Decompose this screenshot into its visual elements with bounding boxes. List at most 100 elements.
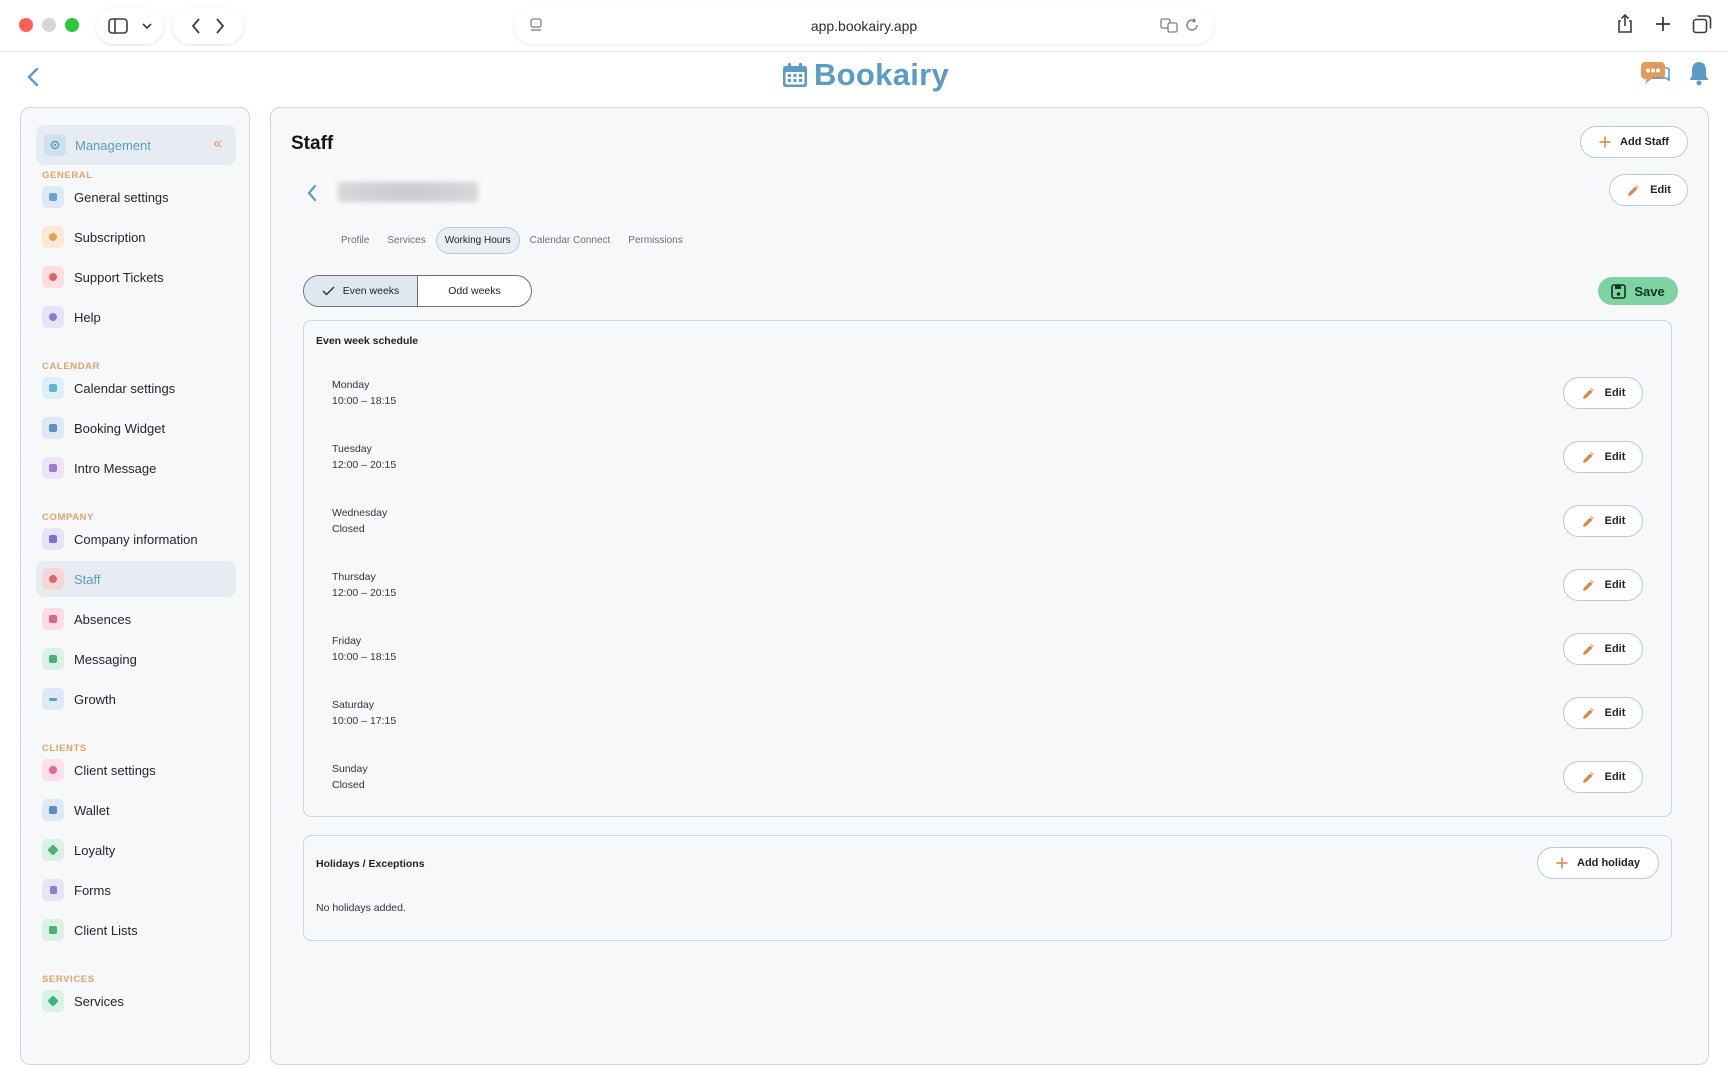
sidebar-item-absences[interactable]: Absences xyxy=(36,601,236,637)
wallet-icon xyxy=(42,799,64,821)
sidebar-item-label: Services xyxy=(74,993,124,1009)
odd-weeks-option[interactable]: Odd weeks xyxy=(418,276,531,306)
tab-permissions[interactable]: Permissions xyxy=(620,228,690,253)
add-holiday-button[interactable]: Add holiday xyxy=(1537,847,1659,879)
sidebar-item-company-information[interactable]: Company information xyxy=(36,521,236,557)
even-week-schedule-card: Even week schedule Monday 10:00 – 18:15 … xyxy=(303,320,1672,817)
new-tab-icon[interactable] xyxy=(1654,14,1672,34)
pencil-icon xyxy=(1582,387,1594,399)
holidays-card: Holidays / Exceptions Add holiday No hol… xyxy=(303,835,1672,941)
day-row-saturday: Saturday 10:00 – 17:15 Edit xyxy=(332,697,1643,739)
chat-icon[interactable] xyxy=(1640,60,1670,86)
share-icon[interactable] xyxy=(1616,14,1634,34)
day-hours: 10:00 – 18:15 xyxy=(332,395,397,407)
collapse-sidebar-icon[interactable]: « xyxy=(213,135,222,153)
staff-back-button[interactable] xyxy=(301,180,323,206)
translate-icon[interactable] xyxy=(1160,17,1178,33)
sidebar-item-services[interactable]: Services xyxy=(36,983,236,1019)
sidebar-item-messaging[interactable]: Messaging xyxy=(36,641,236,677)
holidays-empty-text: No holidays added. xyxy=(316,902,406,914)
edit-day-button[interactable]: Edit xyxy=(1563,569,1643,601)
sidebar-item-intro-message[interactable]: Intro Message xyxy=(36,450,236,486)
edit-day-button[interactable]: Edit xyxy=(1563,505,1643,537)
day-row-tuesday: Tuesday 12:00 – 20:15 Edit xyxy=(332,441,1643,483)
sidebar-item-calendar-settings[interactable]: Calendar settings xyxy=(36,370,236,406)
sidebar-item-staff[interactable]: Staff xyxy=(36,561,236,597)
even-weeks-label: Even weeks xyxy=(342,285,400,297)
list-icon xyxy=(42,919,64,941)
tab-overview-icon[interactable] xyxy=(1692,14,1712,34)
sidebar-item-growth[interactable]: Growth xyxy=(36,681,236,717)
day-hours: Closed xyxy=(332,779,365,791)
address-bar[interactable]: app.bookairy.app xyxy=(514,8,1214,44)
edit-day-button[interactable]: Edit xyxy=(1563,441,1643,473)
day-hours: 10:00 – 17:15 xyxy=(332,715,397,727)
sidebar-item-support-tickets[interactable]: Support Tickets xyxy=(36,259,236,295)
edit-label: Edit xyxy=(1650,184,1671,196)
edit-day-button[interactable]: Edit xyxy=(1563,633,1643,665)
edit-label: Edit xyxy=(1604,451,1626,463)
edit-day-button[interactable]: Edit xyxy=(1563,697,1643,729)
tab-working-hours[interactable]: Working Hours xyxy=(435,227,520,254)
staff-tabs: Profile Services Working Hours Calendar … xyxy=(333,227,691,254)
even-weeks-option[interactable]: Even weeks xyxy=(304,276,418,306)
add-staff-label: Add Staff xyxy=(1620,136,1669,148)
reload-icon[interactable] xyxy=(1184,17,1200,33)
logo-text: Bookairy xyxy=(814,57,950,92)
edit-staff-button[interactable]: Edit xyxy=(1609,174,1688,206)
sidebar-item-client-lists[interactable]: Client Lists xyxy=(36,912,236,948)
day-row-thursday: Thursday 12:00 – 20:15 Edit xyxy=(332,569,1643,611)
bell-icon[interactable] xyxy=(1688,60,1710,86)
sidebar-item-label: Booking Widget xyxy=(74,420,166,436)
day-name: Saturday xyxy=(332,699,375,711)
badge-icon xyxy=(42,226,64,248)
save-button[interactable]: Save xyxy=(1598,277,1678,305)
app-logo[interactable]: Bookairy xyxy=(782,57,949,93)
sidebar-item-wallet[interactable]: Wallet xyxy=(36,792,236,828)
sidebar-item-label: Company information xyxy=(74,531,198,547)
user-icon xyxy=(42,759,64,781)
sidebar-item-client-settings[interactable]: Client settings xyxy=(36,752,236,788)
close-window-button[interactable] xyxy=(19,18,33,32)
browser-back-icon[interactable] xyxy=(191,18,201,34)
schedule-title: Even week schedule xyxy=(316,335,419,347)
app-back-button[interactable] xyxy=(18,62,48,92)
history-nav xyxy=(172,8,244,44)
plus-icon xyxy=(1599,136,1611,148)
sidebar-item-general-settings[interactable]: General settings xyxy=(36,179,236,215)
staff-name-redacted xyxy=(338,182,478,202)
pencil-icon xyxy=(1628,184,1640,196)
tab-services[interactable]: Services xyxy=(379,228,433,253)
edit-label: Edit xyxy=(1604,707,1626,719)
sidebar-item-booking-widget[interactable]: Booking Widget xyxy=(36,410,236,446)
tab-profile[interactable]: Profile xyxy=(333,228,377,253)
sidebar-item-help[interactable]: Help xyxy=(36,299,236,335)
sidebar-item-forms[interactable]: Forms xyxy=(36,872,236,908)
sliders-icon xyxy=(42,186,64,208)
day-name: Thursday xyxy=(332,571,376,583)
sidebar-toggle-button[interactable] xyxy=(96,8,164,44)
sidebar-item-label: Client settings xyxy=(74,762,156,778)
holidays-title: Holidays / Exceptions xyxy=(316,858,425,870)
management-header[interactable]: Management « xyxy=(36,125,236,165)
sidebar-item-label: Support Tickets xyxy=(74,269,164,285)
help-icon xyxy=(42,306,64,328)
browser-forward-icon[interactable] xyxy=(215,18,225,34)
sidebar-item-subscription[interactable]: Subscription xyxy=(36,219,236,255)
maximize-window-button[interactable] xyxy=(65,18,79,32)
sidebar-item-label: Absences xyxy=(74,611,132,627)
sidebar-item-label: Help xyxy=(74,309,101,325)
edit-day-button[interactable]: Edit xyxy=(1563,377,1643,409)
management-label: Management xyxy=(75,137,151,153)
tab-calendar-connect[interactable]: Calendar Connect xyxy=(522,228,619,253)
sidebar-item-loyalty[interactable]: Loyalty xyxy=(36,832,236,868)
sidebar-item-label: Forms xyxy=(74,882,111,898)
pencil-icon xyxy=(1582,707,1594,719)
browser-toolbar: app.bookairy.app xyxy=(0,0,1728,52)
edit-day-button[interactable]: Edit xyxy=(1563,761,1643,793)
minimize-window-button[interactable] xyxy=(42,18,56,32)
add-staff-button[interactable]: Add Staff xyxy=(1580,126,1688,158)
plus-icon xyxy=(1556,857,1568,869)
sidebar-icon xyxy=(108,18,128,34)
calendar-logo-icon xyxy=(783,63,807,87)
